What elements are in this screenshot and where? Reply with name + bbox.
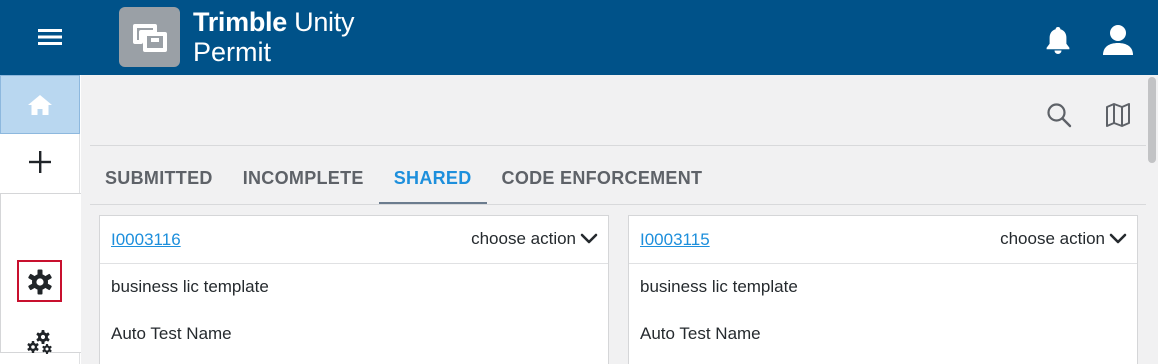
scrollbar[interactable] xyxy=(1146,75,1158,364)
chevron-down-icon xyxy=(580,233,598,244)
notifications-button[interactable] xyxy=(1038,20,1078,60)
brand-line2: Permit xyxy=(193,37,272,67)
brand-line1: Trimble Unity xyxy=(193,9,354,36)
home-icon xyxy=(28,94,52,115)
app-root: Trimble Unity Permit SUBMITTED INCOMPLET… xyxy=(0,0,1158,364)
card-header: I0003116 choose action xyxy=(100,216,608,264)
bell-icon xyxy=(1046,27,1070,54)
menu-icon xyxy=(38,29,62,45)
plus-icon xyxy=(29,151,51,173)
user-button[interactable] xyxy=(1096,18,1140,62)
brand-bold: Trimble xyxy=(193,7,287,37)
card-name: Auto Test Name xyxy=(640,324,761,343)
gear-icon xyxy=(28,269,52,295)
search-button[interactable] xyxy=(1043,99,1075,131)
sidebar-item-home[interactable] xyxy=(0,75,80,134)
map-icon xyxy=(1106,103,1130,127)
sidebar-item-settings[interactable] xyxy=(0,253,80,311)
brand-title: Trimble Unity Permit xyxy=(193,9,354,66)
card-name: Auto Test Name xyxy=(111,324,232,343)
main-content: SUBMITTED INCOMPLETE SHARED CODE ENFORCE… xyxy=(81,75,1158,364)
choose-action-label: choose action xyxy=(471,229,576,248)
tab-incomplete[interactable]: INCOMPLETE xyxy=(228,155,379,205)
record-id-link[interactable]: I0003115 xyxy=(640,230,710,250)
choose-action-dropdown[interactable]: choose action xyxy=(1000,229,1127,249)
top-header: Trimble Unity Permit xyxy=(0,0,1158,75)
card-header: I0003115 choose action xyxy=(629,216,1137,264)
logo[interactable] xyxy=(119,7,180,67)
card-template: business lic template xyxy=(640,277,798,296)
search-icon xyxy=(1047,103,1072,128)
scrollbar-thumb[interactable] xyxy=(1148,77,1156,163)
toolbar-divider xyxy=(90,145,1150,146)
tab-submitted[interactable]: SUBMITTED xyxy=(90,155,228,205)
record-id-link[interactable]: I0003116 xyxy=(111,230,181,250)
choose-action-label: choose action xyxy=(1000,229,1105,248)
sidebar-item-add[interactable] xyxy=(0,133,80,191)
map-button[interactable] xyxy=(1102,99,1134,131)
logo-icon xyxy=(132,24,167,52)
tab-shared[interactable]: SHARED xyxy=(378,155,487,205)
choose-action-dropdown[interactable]: choose action xyxy=(471,229,598,249)
card-template: business lic template xyxy=(111,277,269,296)
user-icon xyxy=(1103,25,1133,55)
chevron-down-icon xyxy=(1109,233,1127,244)
record-card: I0003115 choose action business lic temp… xyxy=(628,215,1138,364)
tab-code-enforcement[interactable]: CODE ENFORCEMENT xyxy=(487,155,718,205)
sidebar-item-admin[interactable] xyxy=(0,313,80,364)
tab-bar: SUBMITTED INCOMPLETE SHARED CODE ENFORCE… xyxy=(90,155,717,205)
gears-icon xyxy=(27,330,52,354)
brand-rest: Unity xyxy=(286,7,355,37)
tabs-divider xyxy=(90,204,1150,205)
sidebar xyxy=(0,75,510,364)
menu-button[interactable] xyxy=(24,20,76,54)
record-card: I0003116 choose action business lic temp… xyxy=(99,215,609,364)
